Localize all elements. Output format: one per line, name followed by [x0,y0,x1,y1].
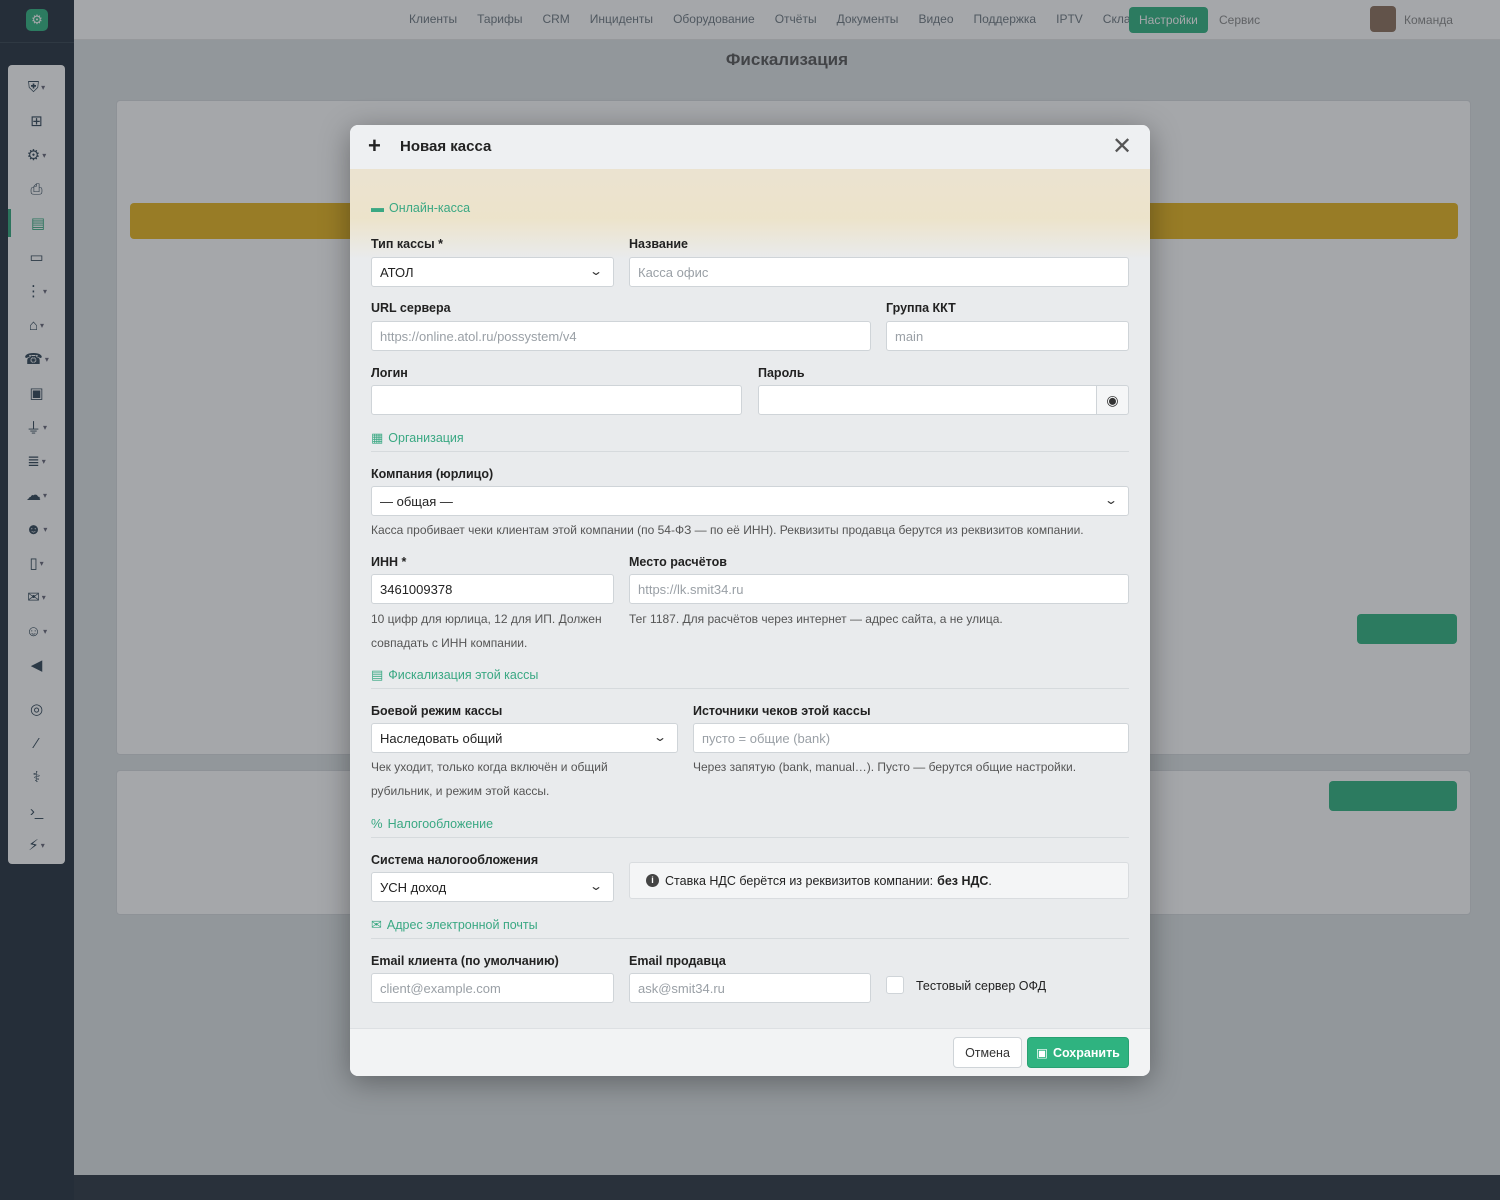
section-title: Налогообложение [387,816,494,831]
tax-system-select[interactable]: УСН доход ⌄ [371,872,614,902]
vat-info-text: Ставка НДС берётся из реквизитов компани… [665,873,934,888]
kassa-type-select[interactable]: АТОЛ ⌄ [371,257,614,287]
vat-info-box: i Ставка НДС берётся из реквизитов компа… [629,862,1129,899]
section-email: ✉ Адрес электронной почты [371,917,538,933]
section-divider [371,837,1129,838]
password-input[interactable] [758,385,1097,415]
eye-icon: ◉ [1106,391,1119,408]
company-label: Компания (юрлицо) [371,467,494,481]
company-value: — общая — [380,493,453,509]
client-email-label: Email клиента (по умолчанию) [371,954,559,968]
percent-icon: % [371,816,383,831]
name-label: Название [629,237,689,251]
section-title: Адрес электронной почты [386,918,538,932]
chevron-down-icon: ⌄ [652,730,668,744]
seller-email-label: Email продавца [629,954,726,968]
inn-help: 10 цифр для юрлица, 12 для ИП. Должен со… [371,612,602,650]
receipt-icon: ▤ [371,667,384,682]
sources-input[interactable] [693,723,1129,753]
password-label: Пароль [758,366,805,380]
group-label: Группа ККТ [886,301,956,315]
section-divider [371,938,1129,939]
place-label: Место расчётов [629,555,727,569]
url-input[interactable] [371,321,871,351]
mode-value: Наследовать общий [380,730,503,746]
company-select[interactable]: — общая — ⌄ [371,486,1129,516]
vat-info-suffix: . [988,873,992,888]
sources-label: Источники чеков этой кассы [693,704,871,718]
show-password-button[interactable]: ◉ [1096,385,1129,415]
section-divider [371,688,1129,689]
inn-input[interactable] [371,574,614,604]
section-taxation: % Налогообложение [371,816,493,831]
section-organization: ▦ Организация [371,430,464,446]
tax-system-label: Система налогообложения [371,853,539,867]
save-button-label: Сохранить [1052,1045,1120,1060]
login-label: Логин [371,366,408,380]
save-button[interactable]: ▣ Сохранить [1027,1037,1129,1068]
cash-register-icon: ▬ [371,200,384,215]
name-input[interactable] [629,257,1129,287]
company-help: Касса пробивает чеки клиентам этой компа… [371,523,1084,537]
tax-system-value: УСН доход [380,879,447,895]
place-help: Тег 1187. Для расчётов через интернет — … [629,612,1003,626]
chevron-down-icon: ⌄ [588,879,604,893]
modal-footer: Отмена ▣ Сохранить [350,1028,1150,1076]
envelope-icon: ✉ [371,917,382,932]
cancel-button[interactable]: Отмена [953,1037,1022,1068]
mode-select[interactable]: Наследовать общий ⌄ [371,723,678,753]
info-icon: i [646,874,659,887]
close-icon[interactable]: ✕ [1110,135,1134,159]
section-title: Организация [388,431,464,445]
section-title: Фискализация этой кассы [388,668,539,682]
chevron-down-icon: ⌄ [1103,493,1119,507]
modal-header: + Новая касса ✕ [350,125,1150,169]
group-input[interactable] [886,321,1129,351]
test-ofd-checkbox[interactable] [886,976,904,994]
mode-label: Боевой режим кассы [371,704,503,718]
test-ofd-label[interactable]: Тестовый сервер ОФД [916,979,1046,993]
login-input[interactable] [371,385,742,415]
modal-title: Новая касса [400,138,492,155]
section-title: Онлайн-касса [389,200,471,215]
new-kassa-modal: + Новая касса ✕ ▬ Онлайн-касса Тип кассы… [350,125,1150,1076]
section-fiscalization: ▤ Фискализация этой кассы [371,667,538,683]
building-icon: ▦ [371,430,384,445]
floppy-icon: ▣ [1036,1046,1048,1060]
inn-label: ИНН * [371,555,407,569]
url-label: URL сервера [371,301,451,315]
section-divider [371,451,1129,452]
section-online-kassa: ▬ Онлайн-касса [371,200,470,215]
chevron-down-icon: ⌄ [588,264,604,278]
sources-help: Через запятую (bank, manual…). Пусто — б… [693,760,1077,774]
place-input[interactable] [629,574,1129,604]
mode-help: Чек уходит, только когда включён и общий… [371,760,608,798]
kassa-type-label: Тип кассы * [371,237,443,251]
vat-info-value: без НДС [937,873,989,888]
plus-icon: + [368,133,381,158]
kassa-type-value: АТОЛ [380,264,414,280]
client-email-input[interactable] [371,973,614,1003]
seller-email-input[interactable] [629,973,871,1003]
